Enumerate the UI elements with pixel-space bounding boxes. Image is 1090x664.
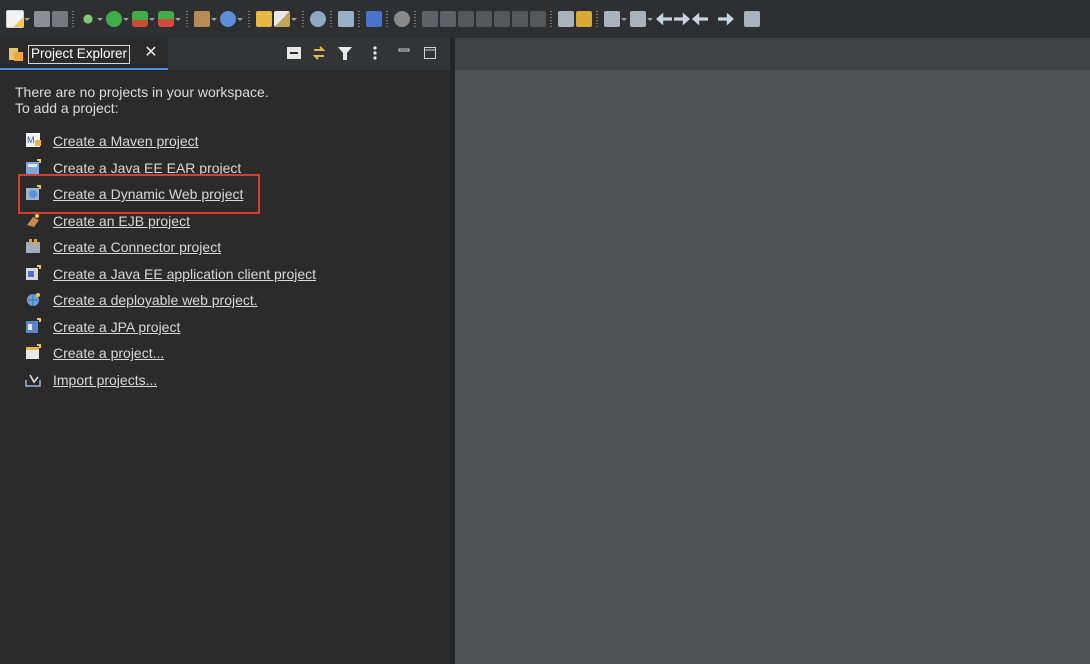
link-create-jpa[interactable]: Create a JPA project: [25, 317, 355, 344]
toolbar-separator: [550, 11, 552, 27]
editor-area: [455, 38, 1090, 664]
toolbar-separator: [302, 11, 304, 27]
globe-icon[interactable]: [310, 11, 326, 27]
tab-active-indicator: [0, 68, 168, 70]
link-create-app-client[interactable]: Create a Java EE application client proj…: [25, 264, 355, 291]
ear-project-icon: [26, 158, 41, 174]
last-edit-icon[interactable]: [630, 11, 653, 27]
message-line: There are no projects in your workspace.: [15, 84, 269, 100]
drop-to-frame-icon[interactable]: [558, 11, 574, 27]
deployable-web-icon: [27, 293, 40, 306]
toolbar-separator: [330, 11, 332, 27]
create-project-links: M Create a Maven project Create a Java E…: [25, 131, 355, 396]
forward-history-icon[interactable]: [718, 12, 734, 26]
tab-project-explorer[interactable]: Project Explorer ✕: [0, 38, 168, 70]
forward-icon[interactable]: [674, 12, 690, 26]
link-label[interactable]: Create a Connector project: [53, 239, 221, 255]
use-step-filters-icon[interactable]: [576, 11, 592, 27]
link-create-project[interactable]: Create a project...: [25, 343, 355, 370]
main-toolbar: [0, 0, 1090, 38]
link-create-ejb[interactable]: Create an EJB project: [25, 211, 355, 238]
tool-icon[interactable]: [338, 11, 354, 27]
connector-icon: [26, 239, 40, 253]
empty-workspace-message: There are no projects in your workspace.…: [15, 84, 269, 116]
edit-icon[interactable]: [274, 11, 297, 27]
toolbar-separator: [386, 11, 388, 27]
toolbar-separator: [186, 11, 188, 27]
toolbar-separator: [358, 11, 360, 27]
new-web-service-icon[interactable]: [220, 11, 243, 27]
open-folder-icon[interactable]: [256, 11, 272, 27]
annotation-icon[interactable]: [604, 11, 627, 27]
link-label[interactable]: Create a JPA project: [53, 319, 180, 335]
link-icon[interactable]: [394, 11, 410, 27]
project-explorer-view: Project Explorer ✕ There are no projects…: [0, 38, 450, 664]
back-icon[interactable]: [656, 12, 672, 26]
editor-area-header: [455, 38, 1090, 70]
external-tools-icon[interactable]: [158, 11, 181, 27]
toolbar-separator: [596, 11, 598, 27]
view-header: Project Explorer ✕: [0, 38, 450, 70]
link-create-deployable-web[interactable]: Create a deployable web project.: [25, 290, 355, 317]
console-icon[interactable]: [366, 11, 382, 27]
toolbar-separator: [248, 11, 250, 27]
view-menu-icon[interactable]: [367, 45, 383, 61]
suspend-icon[interactable]: [440, 11, 456, 27]
terminate-icon[interactable]: [458, 11, 474, 27]
save-icon[interactable]: [34, 11, 50, 27]
link-label[interactable]: Create a Maven project: [53, 133, 199, 149]
resume-icon[interactable]: [422, 11, 438, 27]
back-history-icon[interactable]: [692, 12, 708, 26]
toolbar-separator: [414, 11, 416, 27]
collapse-all-icon[interactable]: [286, 45, 302, 61]
toolbar-row: [6, 9, 762, 29]
maximize-icon[interactable]: [422, 45, 438, 61]
jpa-icon: [26, 317, 41, 333]
link-create-connector[interactable]: Create a Connector project: [25, 237, 355, 264]
link-create-maven[interactable]: M Create a Maven project: [25, 131, 355, 158]
disconnect-icon[interactable]: [476, 11, 492, 27]
import-icon: [25, 374, 41, 387]
svg-text:M: M: [27, 135, 35, 145]
new-project-icon: [26, 344, 41, 359]
message-line: To add a project:: [15, 100, 119, 116]
pin-editor-icon[interactable]: [744, 11, 760, 27]
save-all-icon[interactable]: [52, 11, 68, 27]
link-with-editor-icon[interactable]: [311, 45, 327, 61]
toolbar-separator: [72, 11, 74, 27]
link-label[interactable]: Create an EJB project: [53, 213, 190, 229]
link-label[interactable]: Create a Java EE application client proj…: [53, 266, 316, 282]
run-icon[interactable]: [106, 11, 129, 27]
new-wizard-icon[interactable]: [6, 10, 30, 28]
step-over-icon[interactable]: [512, 11, 528, 27]
step-into-icon[interactable]: [494, 11, 510, 27]
link-label[interactable]: Create a project...: [53, 345, 164, 361]
link-import-projects[interactable]: Import projects...: [25, 370, 355, 397]
debug-icon[interactable]: [80, 11, 103, 27]
close-icon[interactable]: ✕: [143, 44, 159, 62]
project-explorer-icon: [9, 48, 23, 61]
app-client-icon: [26, 264, 41, 280]
new-server-icon[interactable]: [194, 11, 217, 27]
link-label[interactable]: Create a deployable web project.: [53, 292, 258, 308]
tab-label: Project Explorer: [27, 45, 131, 64]
step-return-icon[interactable]: [530, 11, 546, 27]
minimize-icon[interactable]: [396, 45, 412, 61]
maven-icon: M: [26, 133, 41, 147]
filter-icon[interactable]: [337, 45, 353, 61]
run-coverage-icon[interactable]: [132, 11, 155, 27]
highlight-box: [18, 174, 260, 214]
link-label[interactable]: Import projects...: [53, 372, 157, 388]
